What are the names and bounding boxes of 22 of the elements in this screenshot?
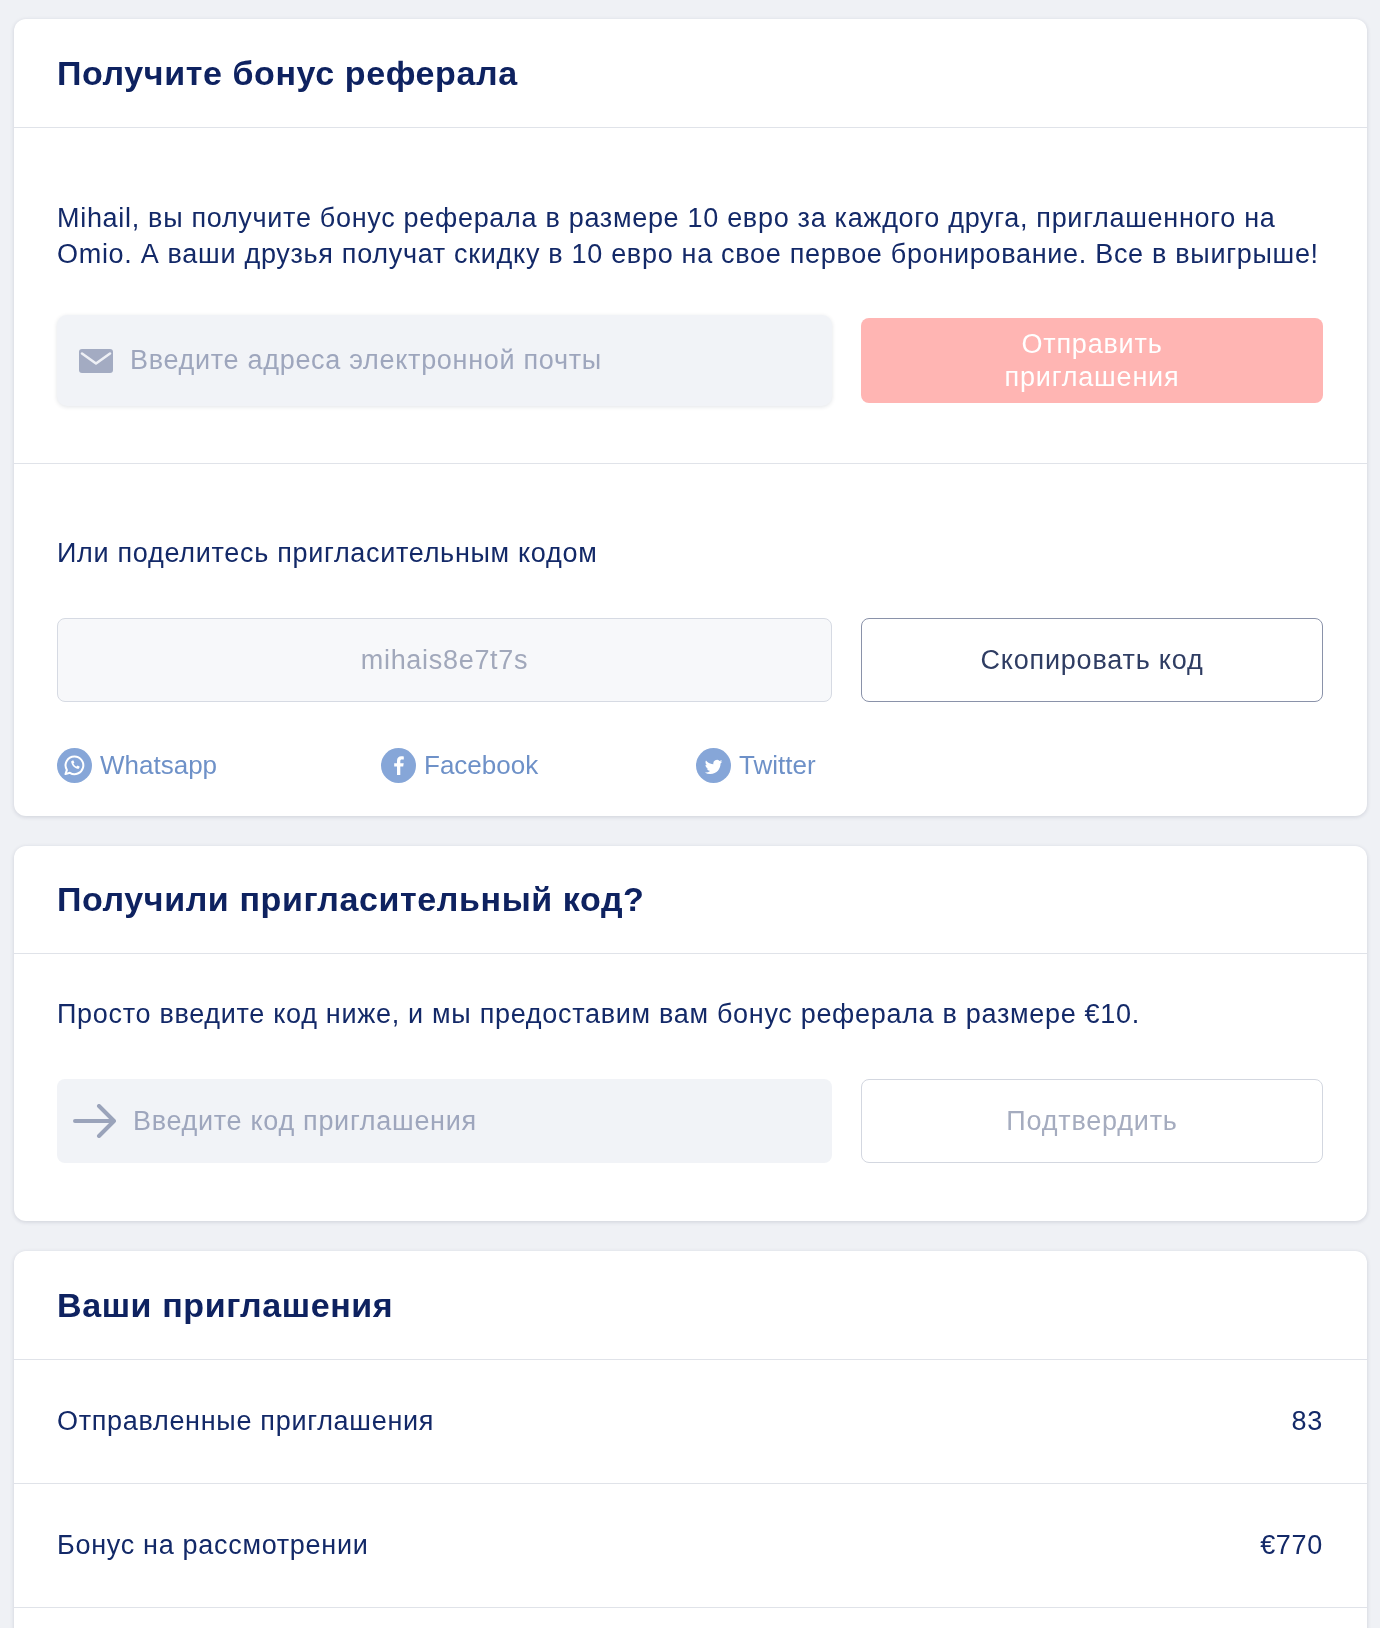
card-title: Получили пригласительный код? <box>57 880 645 919</box>
share-link[interactable]: Facebook <box>381 748 539 783</box>
card-title: Получите бонус реферала <box>57 53 518 93</box>
envelope-icon <box>79 348 113 373</box>
phone-bubble-icon <box>57 748 92 783</box>
share-code-label: Или поделитесь пригласительным кодом <box>57 537 599 570</box>
bird-icon <box>696 748 731 783</box>
copy-code-button[interactable]: Скопировать код <box>861 618 1323 702</box>
stat-label: Бонус на рассмотрении <box>57 1530 369 1561</box>
letter-f-icon <box>381 748 416 783</box>
stat-value: €770 <box>1260 1530 1323 1561</box>
share-link[interactable]: Twitter <box>696 748 816 783</box>
arrow-right-icon <box>73 1104 117 1138</box>
referral-code-field[interactable]: mihais8e7t7s <box>57 618 832 702</box>
referral-description: Mihail, вы получите бонус реферала в размере 10 евро за каждого друга, приглашенного на Omio. А ваши друзья получат скидку в 10 евро на свое первое бронирование. Все в выигрыше! <box>57 202 1320 271</box>
stat-label: Отправленные приглашения <box>57 1406 435 1437</box>
stat-value: 83 <box>1291 1406 1323 1437</box>
share-link[interactable]: Whatsapp <box>57 748 218 783</box>
invite-code-field[interactable]: Введите код приглашения <box>57 1079 832 1163</box>
email-field[interactable]: Введите адреса электронной почты <box>57 315 832 406</box>
redeem-description: Просто введите код ниже, и мы предоставим вам бонус реферала в размере €10. <box>57 998 1141 1031</box>
card-title: Ваши приглашения <box>57 1285 394 1325</box>
